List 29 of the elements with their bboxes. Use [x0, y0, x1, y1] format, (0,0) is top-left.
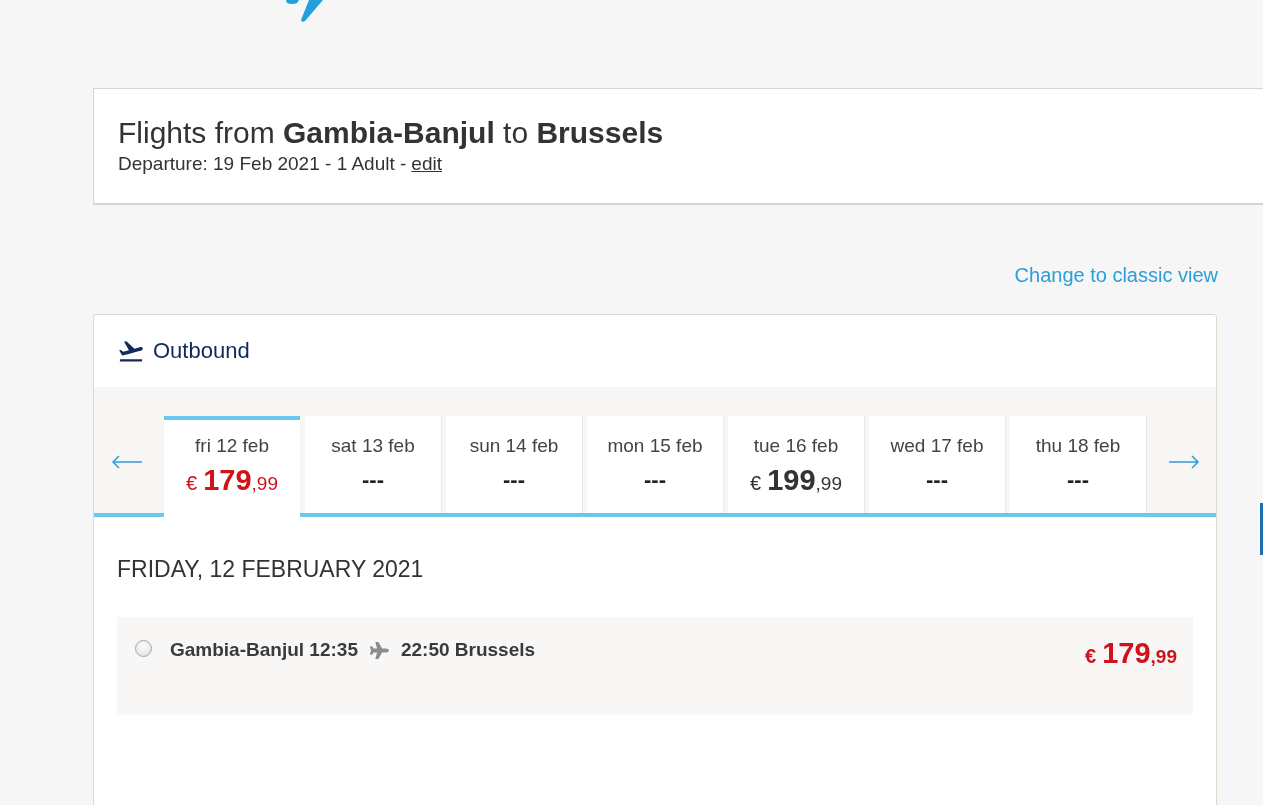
radio-button[interactable] — [135, 640, 152, 657]
date-tab[interactable]: sat 13 feb --- — [305, 416, 441, 513]
arrow-left-icon — [110, 454, 143, 469]
swoosh-logo — [283, 0, 325, 23]
no-fare-text: --- — [503, 466, 525, 494]
arrow-right-icon — [1167, 454, 1200, 469]
outbound-title: Outbound — [153, 338, 250, 364]
no-fare-text: --- — [926, 466, 948, 494]
date-tab[interactable]: sun 14 feb --- — [446, 416, 582, 513]
no-fare-text: --- — [644, 466, 666, 494]
edit-link[interactable]: edit — [411, 152, 442, 176]
date-tab[interactable]: mon 15 feb --- — [587, 416, 723, 513]
no-fare-text: --- — [362, 466, 384, 494]
plane-icon — [369, 640, 389, 660]
fare-price: € 199,99 — [750, 464, 842, 498]
side-tab[interactable] — [1260, 503, 1263, 555]
flight-row[interactable]: Gambia-Banjul 12:35 22:50 Brussels € 179,99 — [117, 617, 1193, 715]
flight-price: € 179,99 — [1085, 637, 1177, 671]
departure-summary: Departure: 19 Feb 2021 - 1 Adult - — [118, 152, 407, 176]
page-title: Flights from Gambia-Banjul to Brussels — [118, 115, 664, 151]
fare-price: € 179,99 — [186, 464, 278, 498]
date-tab[interactable]: thu 18 feb --- — [1010, 416, 1146, 513]
day-heading: FRIDAY, 12 FEBRUARY 2021 — [117, 555, 425, 583]
date-tab[interactable]: wed 17 feb --- — [869, 416, 1005, 513]
departure-text: Gambia-Banjul 12:35 — [170, 639, 358, 661]
arrival-text: 22:50 Brussels — [400, 639, 536, 661]
date-tab[interactable]: fri 12 feb € 179,99 — [164, 416, 300, 517]
no-fare-text: --- — [1067, 466, 1089, 494]
date-tab[interactable]: tue 16 feb € 199,99 — [728, 416, 864, 513]
